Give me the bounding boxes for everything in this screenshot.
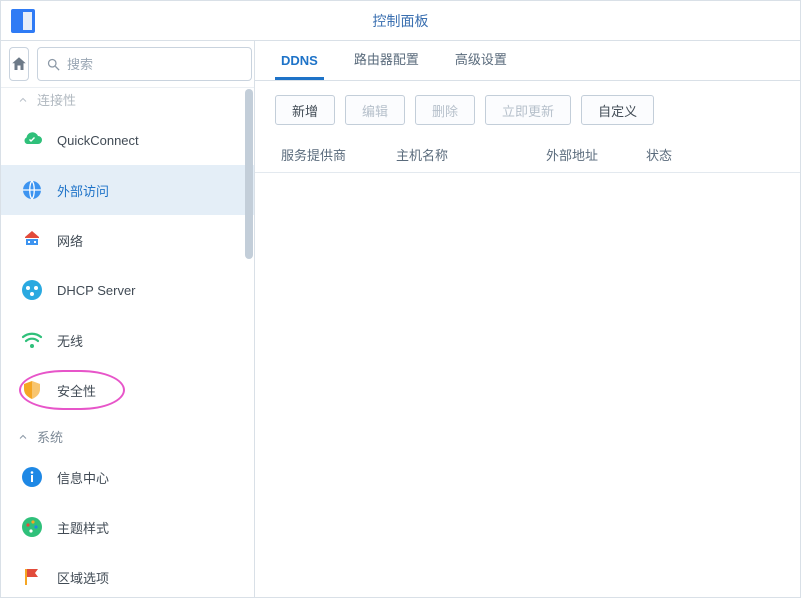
custom-button[interactable]: 自定义 xyxy=(581,95,654,125)
col-hostname[interactable]: 主机名称 xyxy=(390,137,540,172)
sidebar-item-regional[interactable]: 区域选项 xyxy=(1,552,254,597)
sidebar-item-label: 信息中心 xyxy=(57,468,240,487)
tab-ddns[interactable]: DDNS xyxy=(275,43,324,80)
sidebar-item-label: 无线 xyxy=(57,331,240,350)
col-status[interactable]: 状态 xyxy=(640,137,780,172)
sidebar-item-label: 区域选项 xyxy=(57,568,240,587)
search-box[interactable] xyxy=(37,47,252,81)
cloud-icon xyxy=(19,127,45,153)
sidebar-item-quickconnect[interactable]: QuickConnect xyxy=(1,115,254,165)
sidebar-item-wireless[interactable]: 无线 xyxy=(1,315,254,365)
sidebar-item-label: DHCP Server xyxy=(57,283,240,298)
home-icon xyxy=(10,55,28,73)
tab-advanced[interactable]: 高级设置 xyxy=(449,39,513,80)
sidebar-item-label: QuickConnect xyxy=(57,133,240,148)
sidebar-list: 连接性 QuickConnect 外部访问 网络 xyxy=(1,88,254,597)
col-external-addr[interactable]: 外部地址 xyxy=(540,137,640,172)
shield-icon xyxy=(19,377,45,403)
info-icon xyxy=(19,464,45,490)
sidebar-item-info-center[interactable]: 信息中心 xyxy=(1,452,254,502)
dhcp-icon xyxy=(19,277,45,303)
tabs: DDNS 路由器配置 高级设置 xyxy=(255,41,800,81)
sidebar-item-label: 主题样式 xyxy=(57,518,240,537)
edit-button[interactable]: 编辑 xyxy=(345,95,405,125)
sidebar-item-security[interactable]: 安全性 xyxy=(1,365,254,415)
titlebar: 控制面板 xyxy=(1,1,800,41)
sidebar-item-external-access[interactable]: 外部访问 xyxy=(1,165,254,215)
flag-icon xyxy=(19,564,45,590)
section-header-system[interactable]: 系统 xyxy=(1,415,254,452)
update-now-button[interactable]: 立即更新 xyxy=(485,95,571,125)
delete-button[interactable]: 删除 xyxy=(415,95,475,125)
window-title: 控制面板 xyxy=(1,11,800,31)
globe-icon xyxy=(19,177,45,203)
sidebar-item-dhcp[interactable]: DHCP Server xyxy=(1,265,254,315)
table-header: 服务提供商 主机名称 外部地址 状态 xyxy=(255,137,800,173)
sidebar: 连接性 QuickConnect 外部访问 网络 xyxy=(1,41,255,597)
scrollbar-thumb[interactable] xyxy=(245,89,253,259)
sidebar-item-label: 网络 xyxy=(57,231,240,250)
main-panel: DDNS 路由器配置 高级设置 新增 编辑 删除 立即更新 自定义 服务提供商 … xyxy=(255,41,800,597)
section-header-connectivity[interactable]: 连接性 xyxy=(1,88,254,115)
add-button[interactable]: 新增 xyxy=(275,95,335,125)
section-label: 连接性 xyxy=(37,90,76,109)
sidebar-scrollbar[interactable] xyxy=(244,89,254,597)
col-provider[interactable]: 服务提供商 xyxy=(275,137,390,172)
sidebar-item-label: 外部访问 xyxy=(57,181,240,200)
palette-icon xyxy=(19,514,45,540)
sidebar-item-label: 安全性 xyxy=(57,381,240,400)
chevron-up-icon xyxy=(17,94,29,106)
chevron-up-icon xyxy=(17,431,29,443)
tab-router[interactable]: 路由器配置 xyxy=(348,39,425,80)
section-label: 系统 xyxy=(37,427,63,446)
home-button[interactable] xyxy=(9,47,29,81)
network-icon xyxy=(19,227,45,253)
wifi-icon xyxy=(19,327,45,353)
search-input[interactable] xyxy=(67,57,243,72)
sidebar-item-theme[interactable]: 主题样式 xyxy=(1,502,254,552)
search-icon xyxy=(46,57,61,72)
sidebar-item-network[interactable]: 网络 xyxy=(1,215,254,265)
toolbar: 新增 编辑 删除 立即更新 自定义 xyxy=(255,81,800,137)
